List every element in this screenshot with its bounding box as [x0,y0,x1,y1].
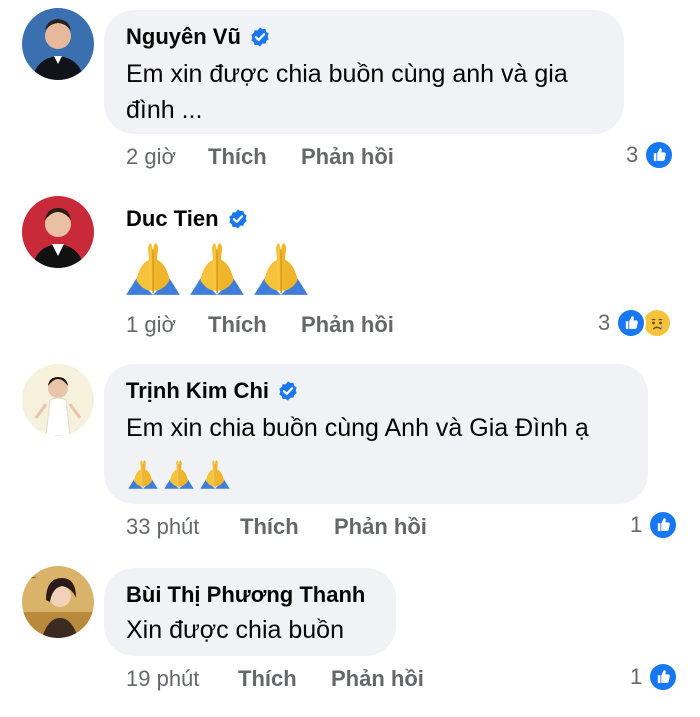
verified-icon [277,380,299,402]
comment-time[interactable]: 33 phút [126,514,240,540]
comment-actions: 19 phút Thích Phản hồi [126,666,424,692]
folded-hands-emoji [122,236,184,300]
avatar[interactable]: ~ [22,566,94,638]
author-row: Nguyên Vũ [126,24,271,50]
reaction-summary[interactable]: 1 [630,662,679,692]
folded-hands-emoji [126,456,160,492]
comment-actions: 1 giờ Thích Phản hồi [126,312,394,338]
like-icon [644,140,675,170]
comment-actions: 2 giờ Thích Phản hồi [126,144,394,170]
reaction-count: 3 [598,310,611,335]
svg-text:~: ~ [30,573,37,582]
avatar[interactable] [22,8,94,80]
verified-icon [227,208,249,230]
like-button[interactable]: Thích [238,666,331,692]
comment-actions: 33 phút Thích Phản hồi [126,514,427,540]
author-name[interactable]: Duc Tien [126,206,219,232]
comment-time[interactable]: 2 giờ [126,144,208,170]
comment-time[interactable]: 19 phút [126,666,238,692]
folded-hands-emoji [162,456,196,492]
reaction-summary[interactable]: 3 [598,308,673,338]
reply-button[interactable]: Phản hồi [301,312,394,338]
emoji-content [122,236,312,300]
author-row: Trịnh Kim Chi [126,378,299,404]
author-row: Bùi Thị Phương Thanh [126,582,365,608]
author-name[interactable]: Bùi Thị Phương Thanh [126,582,365,608]
reaction-summary[interactable]: 1 [630,510,679,540]
reaction-count: 3 [626,142,639,167]
avatar[interactable] [22,196,94,268]
avatar[interactable] [22,364,94,436]
reaction-count: 1 [630,664,643,689]
like-icon [616,308,647,338]
comment-text: Em xin chia buồn cùng Anh và Gia Đình ạ [126,414,589,442]
folded-hands-emoji [250,236,312,300]
folded-hands-emoji [198,456,232,492]
verified-icon [249,26,271,48]
sad-icon [642,308,673,338]
emoji-inline [126,456,232,492]
author-row: Duc Tien [126,206,249,232]
reaction-count: 1 [630,512,643,537]
comment-text: Xin được chia buồn [126,616,344,644]
like-button[interactable]: Thích [208,144,301,170]
author-name[interactable]: Nguyên Vũ [126,24,241,50]
comment-time[interactable]: 1 giờ [126,312,208,338]
reply-button[interactable]: Phản hồi [331,666,424,692]
folded-hands-emoji [186,236,248,300]
reply-button[interactable]: Phản hồi [301,144,394,170]
comment-text: Em xin được chia buồn cùng anh và gia đì… [126,60,568,124]
like-icon [648,510,679,540]
author-name[interactable]: Trịnh Kim Chi [126,378,269,404]
reaction-summary[interactable]: 3 [626,140,675,170]
like-button[interactable]: Thích [240,514,334,540]
reply-button[interactable]: Phản hồi [334,514,427,540]
like-icon [648,662,679,692]
like-button[interactable]: Thích [208,312,301,338]
